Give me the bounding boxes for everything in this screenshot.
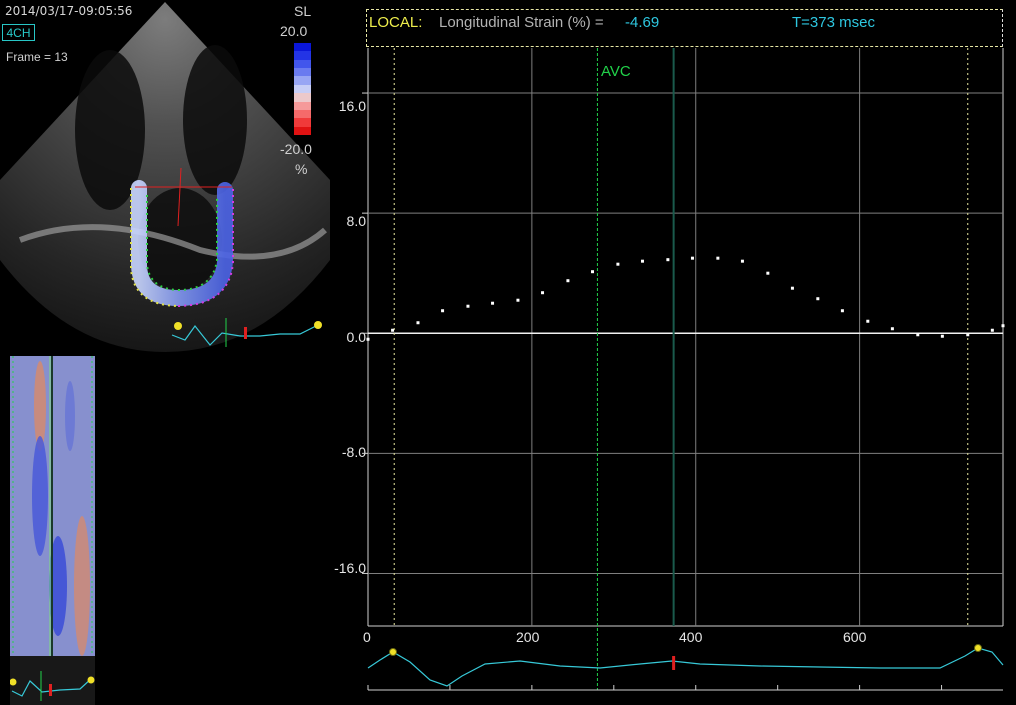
- ecg-waveform: [367, 647, 1004, 687]
- ecg-cursor-marker: [672, 656, 676, 670]
- strain-data-point: [591, 270, 595, 274]
- strain-data-point: [690, 256, 694, 260]
- strain-data-point: [1001, 324, 1005, 328]
- strain-data-point: [416, 321, 420, 325]
- avc-label: AVC: [601, 63, 631, 80]
- strain-data-point: [541, 291, 545, 295]
- strain-data-point: [866, 319, 870, 323]
- strain-data-point: [666, 258, 670, 262]
- strain-data-point: [840, 309, 844, 313]
- x-tick-label: 0: [363, 629, 371, 645]
- chart-marks: [366, 256, 1005, 341]
- x-tick-label: 600: [843, 629, 867, 645]
- strain-data-point: [441, 309, 445, 313]
- x-tick-label: 400: [679, 629, 703, 645]
- ecg-start-marker: [389, 648, 397, 656]
- strain-data-point: [790, 286, 794, 290]
- strain-data-point: [816, 297, 820, 301]
- strain-data-point: [766, 271, 770, 275]
- strain-data-point: [516, 298, 520, 302]
- strain-data-point: [966, 333, 970, 337]
- strain-data-point: [716, 256, 720, 260]
- strain-data-point: [566, 279, 570, 283]
- strain-data-point: [391, 328, 395, 332]
- strain-data-point: [616, 262, 620, 266]
- strain-data-point: [916, 333, 920, 337]
- strain-data-point: [740, 259, 744, 263]
- ecg-trace: [367, 644, 1004, 691]
- chart-grid: [362, 48, 1004, 690]
- strain-data-point: [640, 259, 644, 263]
- strain-data-point: [491, 301, 495, 305]
- strain-data-point: [890, 327, 894, 331]
- strain-data-point: [466, 304, 470, 308]
- ecg-end-marker: [974, 644, 982, 652]
- strain-data-point: [940, 334, 944, 338]
- strain-data-point: [990, 328, 994, 332]
- strain-chart[interactable]: [0, 0, 1016, 705]
- strain-data-point: [366, 337, 370, 341]
- x-tick-label: 200: [516, 629, 540, 645]
